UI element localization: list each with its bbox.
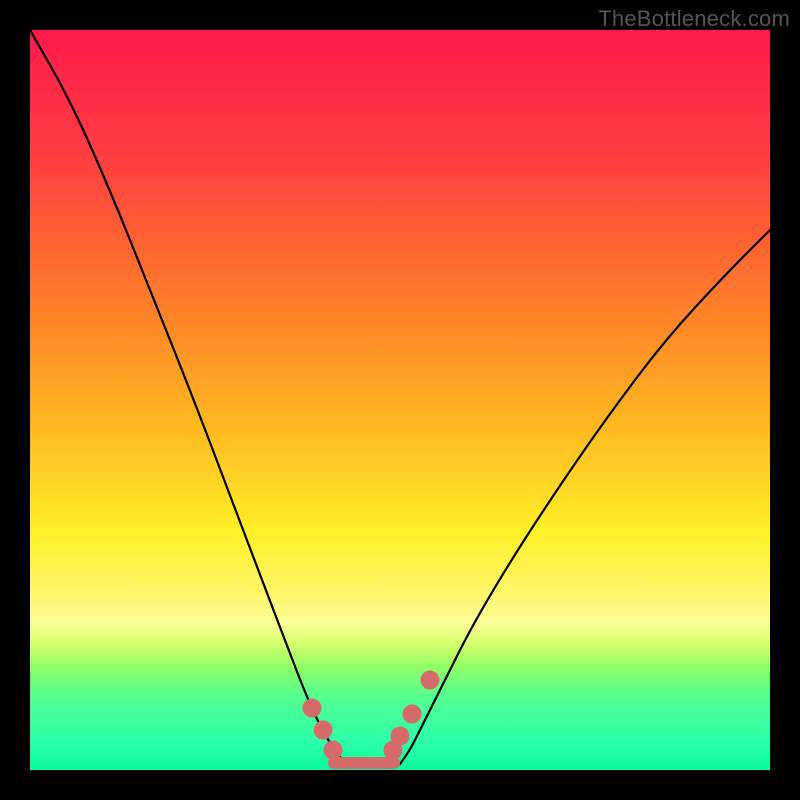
chart-stage: TheBottleneck.com (0, 0, 800, 800)
curve-dot (421, 671, 439, 689)
curve-dot (324, 741, 342, 759)
dots-group (303, 671, 439, 759)
curve-left (30, 30, 350, 764)
curve-dot (314, 721, 332, 739)
curve-right (400, 230, 770, 764)
plot-area (30, 30, 770, 770)
watermark-text: TheBottleneck.com (598, 6, 790, 32)
curve-dot (403, 705, 421, 723)
curve-dot (303, 699, 321, 717)
curve-dot (391, 727, 409, 745)
curve-layer (30, 30, 770, 770)
